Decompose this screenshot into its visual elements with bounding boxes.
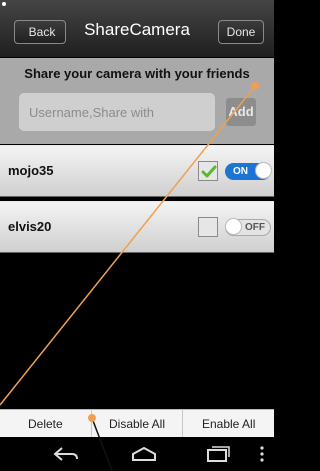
add-button[interactable]: Add	[226, 98, 256, 126]
top-bar: Back ShareCamera Done	[0, 0, 274, 58]
action-bar: Delete Disable All Enable All	[0, 409, 274, 437]
done-button[interactable]: Done	[218, 20, 264, 44]
share-heading: Share your camera with your friends	[24, 66, 250, 81]
friend-row: elvis20 OFF	[0, 201, 274, 253]
share-panel: Share your camera with your friends Add	[0, 58, 274, 144]
toggle-label: OFF	[245, 222, 265, 233]
username-input[interactable]	[19, 93, 215, 131]
friend-name: elvis20	[8, 219, 52, 234]
toggle-knob	[225, 218, 242, 235]
share-toggle[interactable]: ON	[225, 162, 272, 180]
status-dot	[2, 2, 6, 6]
back-nav-icon[interactable]	[52, 445, 80, 463]
friend-checkbox[interactable]	[198, 217, 218, 237]
toggle-label: ON	[233, 166, 248, 177]
recent-apps-icon[interactable]	[205, 445, 231, 463]
share-toggle[interactable]: OFF	[225, 218, 271, 236]
check-icon	[201, 165, 217, 178]
home-nav-icon[interactable]	[130, 445, 158, 463]
delete-button[interactable]: Delete	[0, 410, 92, 437]
system-nav-bar	[0, 437, 274, 471]
disable-all-button[interactable]: Disable All	[92, 410, 184, 437]
friend-name: mojo35	[8, 163, 54, 178]
friend-row: mojo35 ON	[0, 145, 274, 197]
friend-checkbox[interactable]	[198, 161, 218, 181]
toggle-knob	[255, 162, 272, 179]
enable-all-button[interactable]: Enable All	[183, 410, 274, 437]
menu-dots-icon[interactable]	[257, 445, 267, 463]
